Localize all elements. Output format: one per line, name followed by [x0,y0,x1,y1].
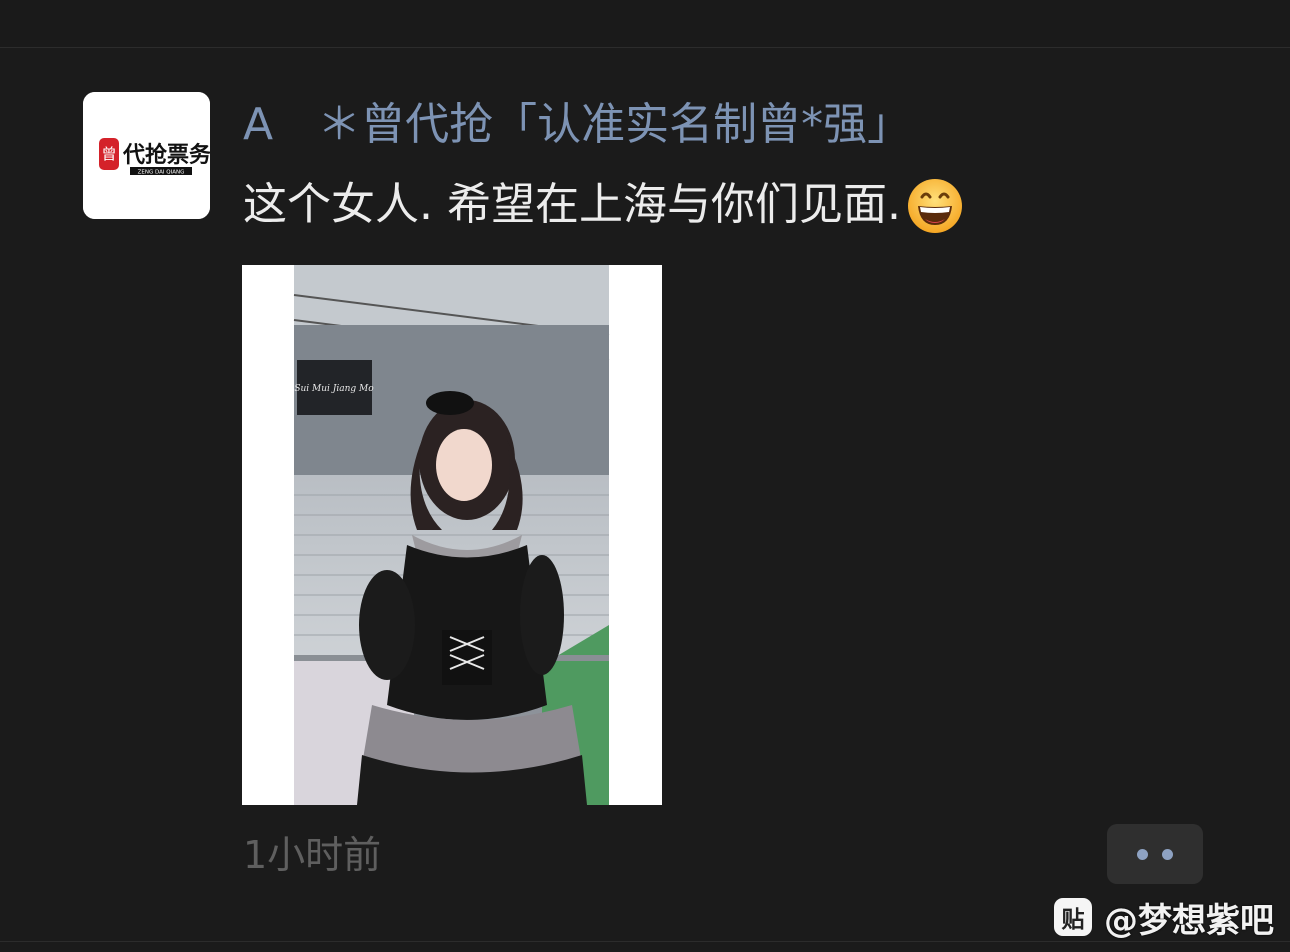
post-text: 这个女人. 希望在上海与你们见面. [243,174,965,236]
more-dots-icon [1137,848,1148,860]
more-dots-icon [1162,848,1173,860]
grinning-face-emoji-icon [905,175,965,235]
logo-subtext: ZENG DAI QIANG [138,170,185,176]
post-timestamp: 1小时前 [243,833,382,877]
author-name[interactable]: A ＊曾代抢「认准实名制曾*强」 [243,96,911,154]
photo-icon: Sui Mui Jiang Mo [242,265,662,805]
logo-image: 曾 代抢票务 ZENG DAI QIANG [83,92,210,219]
post-image[interactable]: Sui Mui Jiang Mo [242,265,662,805]
top-bar [0,0,1290,47]
arena-banner-text: Sui Mui Jiang Mo [294,384,374,394]
more-options-button[interactable] [1107,824,1203,884]
logo-badge: 曾 [101,145,116,163]
author-avatar[interactable]: 曾 代抢票务 ZENG DAI QIANG [83,92,210,219]
post-text-content: 这个女人. 希望在上海与你们见面. [243,179,901,230]
tieba-icon: 贴 [1054,898,1092,936]
watermark: 贴 @梦想紫吧 [1054,895,1274,941]
top-divider [0,47,1290,48]
logo-text: 代抢票务 [122,142,210,168]
bottom-divider [0,941,1290,942]
watermark-text: @梦想紫吧 [1104,900,1274,941]
